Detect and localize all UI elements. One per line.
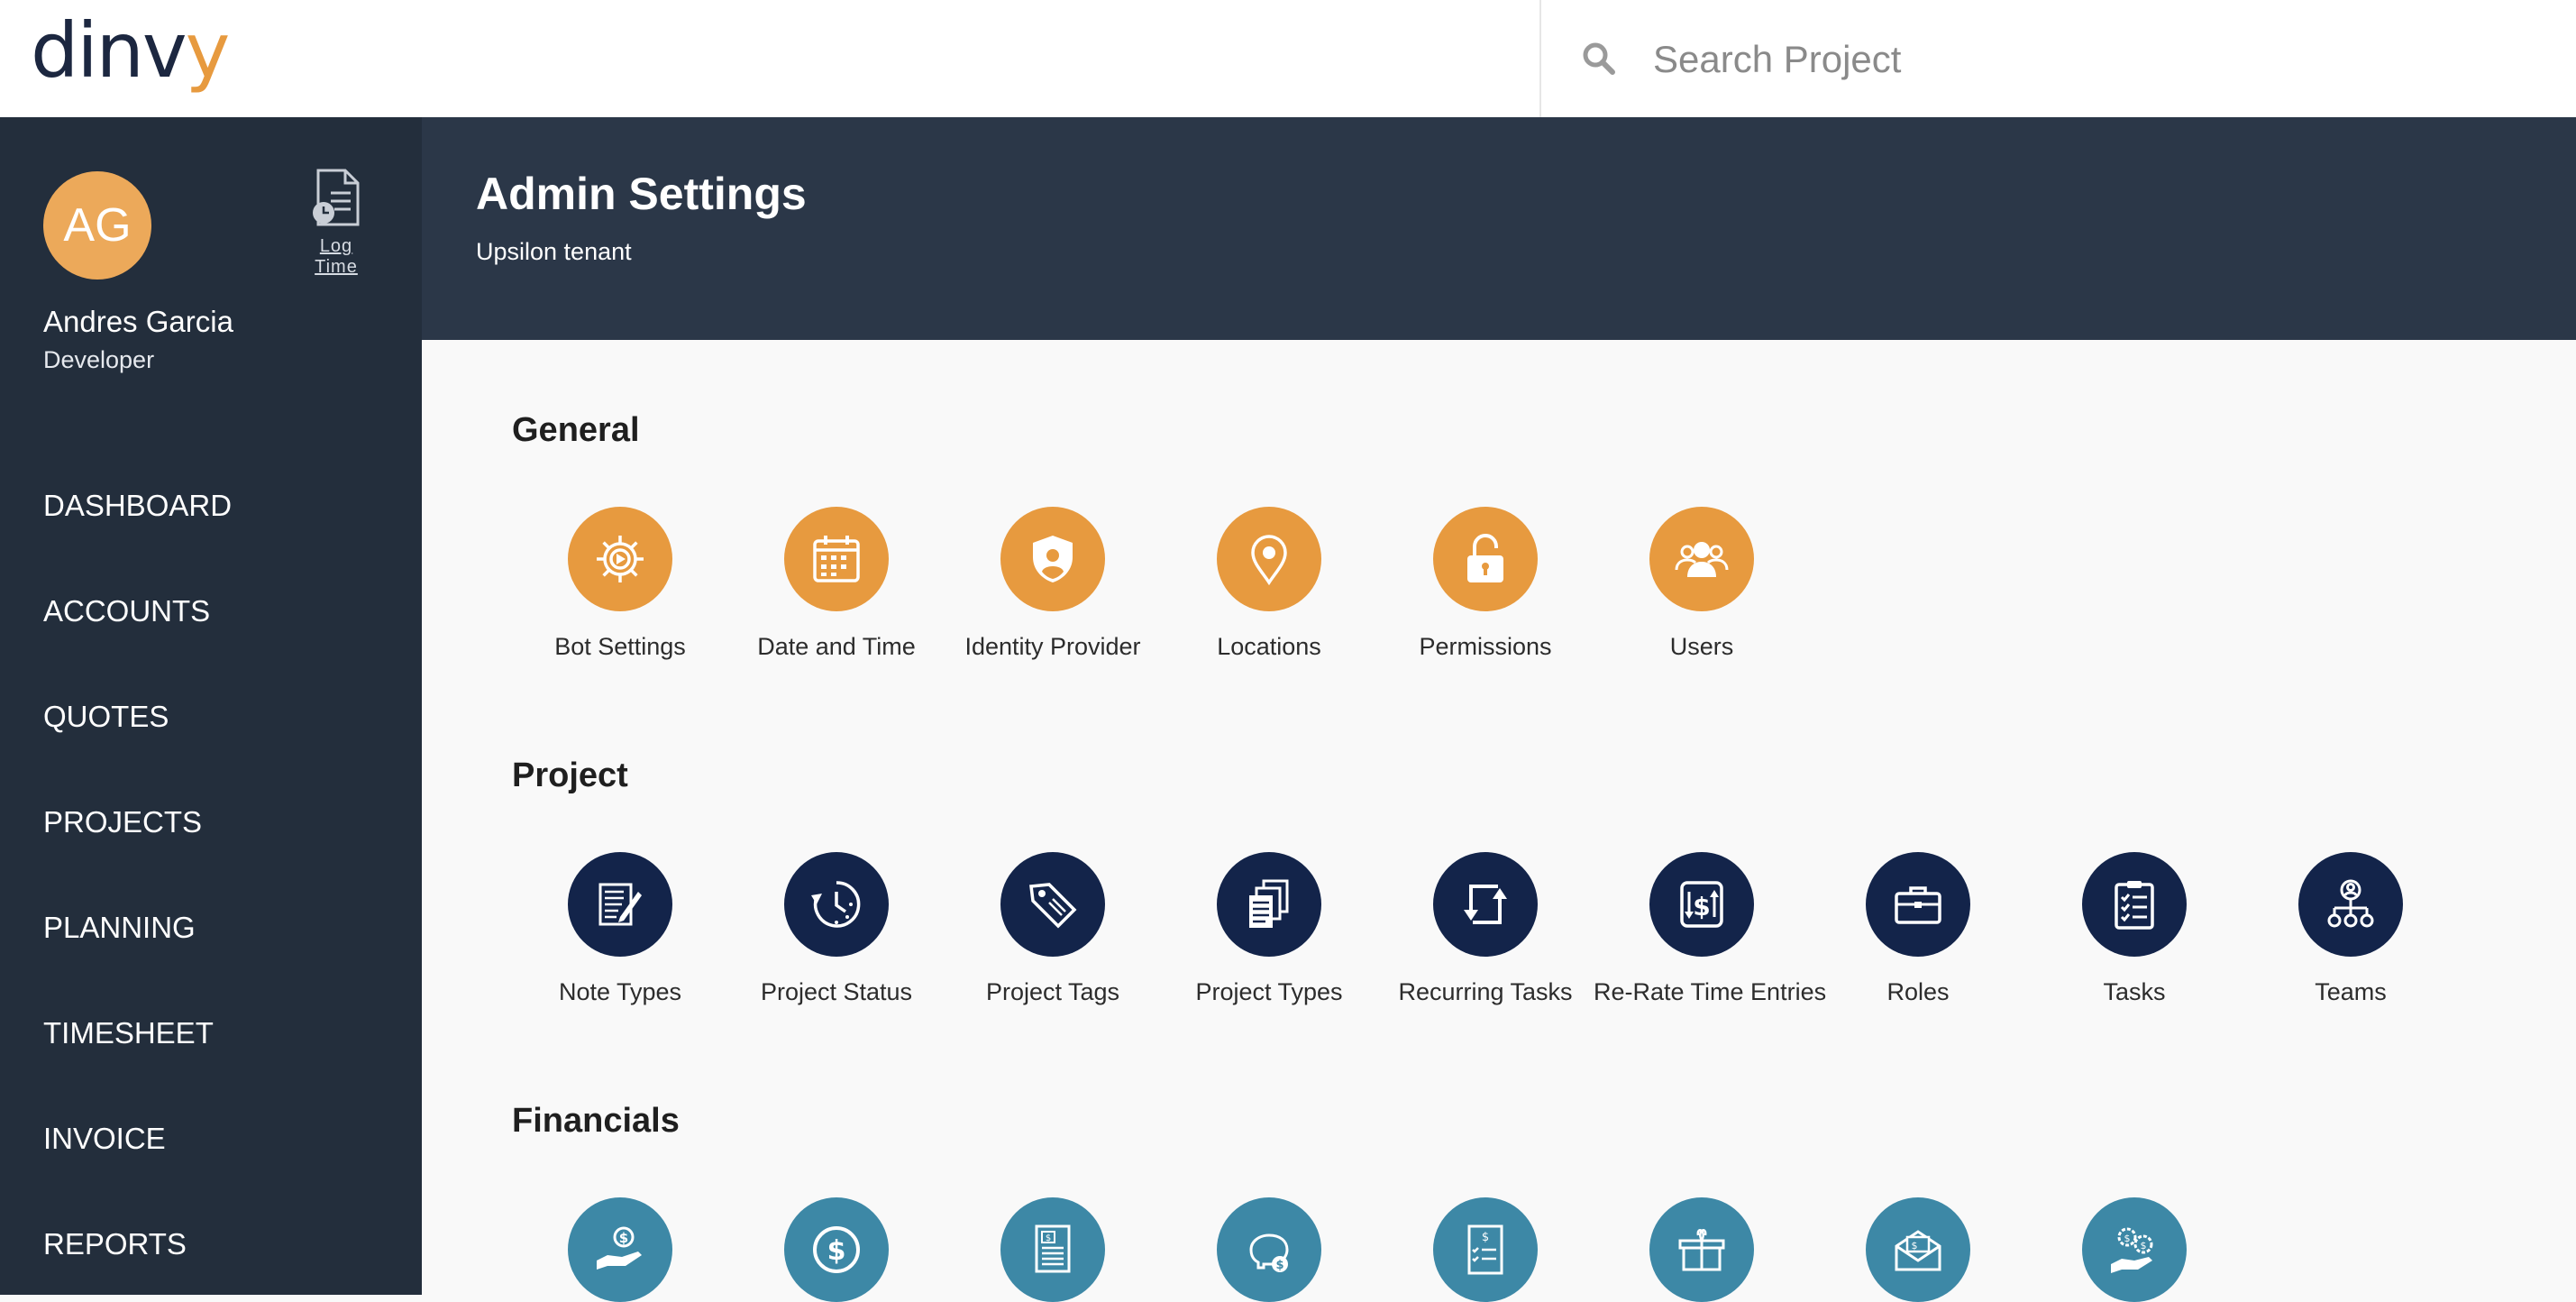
envelope-bill-icon: $ (1866, 1197, 1970, 1302)
tile-label: Permissions (1419, 633, 1552, 660)
tile-label: Roles (1886, 978, 1950, 1005)
setting-financials-6[interactable] (1594, 1197, 1810, 1302)
avatar[interactable]: AG (43, 171, 151, 280)
search-icon (1583, 42, 1615, 75)
tile-label: Tasks (2103, 978, 2166, 1005)
setting-financials-5[interactable]: $ (1377, 1197, 1594, 1302)
log-time-icon (313, 169, 360, 226)
hand-coin-icon: $ (568, 1197, 672, 1302)
nav-item-accounts[interactable]: ACCOUNTS (0, 558, 422, 664)
tile-label: Identity Provider (964, 633, 1141, 660)
dollar-swap-icon: $ (1649, 852, 1754, 957)
tile-label: Project Status (760, 978, 913, 1005)
top-bar: dinvy (0, 0, 2576, 118)
hand-gears-icon: $ $ (2082, 1197, 2187, 1302)
search-bar (1539, 0, 2576, 117)
setting-users[interactable]: Users (1594, 507, 1810, 661)
users-icon (1649, 507, 1754, 611)
sidebar: AG Log Time Andres Garcia Developer DASH… (0, 117, 422, 1295)
note-pen-icon (568, 852, 672, 957)
log-time-label: Log Time (315, 236, 358, 277)
setting-teams[interactable]: Teams (2243, 852, 2459, 1006)
setting-permissions[interactable]: Permissions (1377, 507, 1594, 661)
svg-text:$: $ (827, 1235, 846, 1267)
setting-roles[interactable]: Roles (1810, 852, 2026, 1006)
log-time-button[interactable]: Log Time (297, 168, 375, 278)
briefcase-icon (1866, 852, 1970, 957)
tile-label: Note Types (558, 978, 682, 1005)
svg-text:$: $ (1912, 1240, 1918, 1252)
gift-icon (1649, 1197, 1754, 1302)
search-input[interactable] (1651, 27, 2466, 92)
setting-financials-3[interactable]: $ (945, 1197, 1161, 1302)
documents-icon (1217, 852, 1321, 957)
setting-identity-provider[interactable]: Identity Provider (945, 507, 1161, 661)
setting-financials-8[interactable]: $ $ (2026, 1197, 2243, 1302)
setting-financials-7[interactable]: $ (1810, 1197, 2026, 1302)
tile-label: Recurring Tasks (1398, 978, 1573, 1005)
main-nav: DASHBOARD ACCOUNTS QUOTES PROJECTS PLANN… (0, 453, 422, 1297)
dollar-circle-icon: $ (784, 1197, 889, 1302)
invoice-icon: $ (1000, 1197, 1105, 1302)
bill-checklist-icon: $ (1433, 1197, 1538, 1302)
setting-project-types[interactable]: Project Types (1161, 852, 1377, 1006)
svg-text:$: $ (1046, 1233, 1051, 1243)
section-title-financials: Financials (512, 1102, 680, 1140)
tile-label: Project Types (1195, 978, 1343, 1005)
nav-item-projects[interactable]: PROJECTS (0, 769, 422, 875)
nav-item-invoice[interactable]: INVOICE (0, 1086, 422, 1191)
setting-bot-settings[interactable]: Bot Settings (512, 507, 728, 661)
tile-label: Re-Rate Time Entries (1594, 978, 1827, 1005)
dinvy-logo[interactable]: dinvy (31, 5, 231, 96)
gear-play-icon (568, 507, 672, 611)
tile-label: Project Tags (985, 978, 1120, 1005)
setting-locations[interactable]: Locations (1161, 507, 1377, 661)
tile-label: Teams (2315, 978, 2387, 1005)
user-name: Andres Garcia (43, 305, 233, 338)
setting-note-types[interactable]: Note Types (512, 852, 728, 1006)
section-title-general: General (512, 411, 640, 449)
svg-text:$: $ (1275, 1259, 1283, 1272)
setting-financials-1[interactable]: $ (512, 1197, 728, 1302)
svg-text:$: $ (2141, 1240, 2147, 1252)
setting-date-and-time[interactable]: Date and Time (728, 507, 945, 661)
map-pin-icon (1217, 507, 1321, 611)
svg-text:$: $ (1482, 1231, 1489, 1244)
logo-accent-text: y (185, 6, 231, 95)
setting-financials-2[interactable]: $ (728, 1197, 945, 1302)
piggy-bank-icon: $ (1217, 1197, 1321, 1302)
setting-tasks[interactable]: Tasks (2026, 852, 2243, 1006)
user-role: Developer (43, 346, 155, 373)
tile-label: Bot Settings (554, 633, 686, 660)
clipboard-checklist-icon (2082, 852, 2187, 957)
nav-item-quotes[interactable]: QUOTES (0, 664, 422, 769)
svg-text:$: $ (2124, 1233, 2131, 1244)
svg-text:$: $ (619, 1230, 628, 1246)
nav-item-planning[interactable]: PLANNING (0, 875, 422, 980)
svg-text:$: $ (1693, 892, 1710, 921)
nav-item-dashboard[interactable]: DASHBOARD (0, 453, 422, 558)
setting-project-status[interactable]: Project Status (728, 852, 945, 1006)
setting-financials-4[interactable]: $ (1161, 1197, 1377, 1302)
recurring-arrows-icon (1433, 852, 1538, 957)
setting-re-rate-time-entries[interactable]: $ Re-Rate Time Entries (1594, 852, 1827, 1006)
calendar-icon (784, 507, 889, 611)
shield-user-icon (1000, 507, 1105, 611)
tile-label: Users (1669, 633, 1734, 660)
logo-main-text: dinv (31, 6, 187, 95)
team-hierarchy-icon (2298, 852, 2403, 957)
tags-icon (1000, 852, 1105, 957)
setting-project-tags[interactable]: Project Tags (945, 852, 1161, 1006)
unlock-icon (1433, 507, 1538, 611)
nav-item-timesheet[interactable]: TIMESHEET (0, 980, 422, 1086)
page-header: Admin Settings Upsilon tenant (422, 117, 2576, 340)
nav-item-reports[interactable]: REPORTS (0, 1191, 422, 1297)
tile-label: Locations (1217, 633, 1321, 660)
clock-history-icon (784, 852, 889, 957)
page-subtitle: Upsilon tenant (476, 238, 632, 265)
tile-label: Date and Time (757, 633, 916, 660)
page-title: Admin Settings (476, 169, 807, 219)
setting-recurring-tasks[interactable]: Recurring Tasks (1377, 852, 1594, 1006)
section-title-project: Project (512, 756, 628, 794)
